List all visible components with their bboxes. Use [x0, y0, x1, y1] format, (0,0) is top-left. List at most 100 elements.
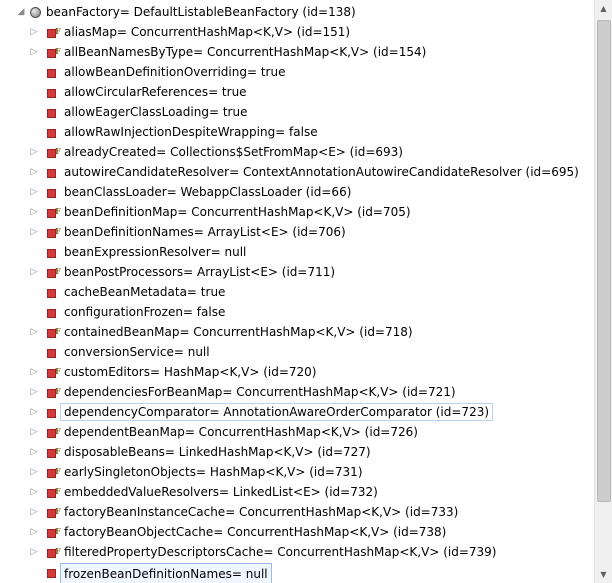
field-icon: F [47, 26, 61, 38]
tree-row-label: beanPostProcessors= ArrayList<E> (id=711… [64, 265, 336, 279]
field-icon [47, 89, 56, 98]
tree-row[interactable]: allowRawInjectionDespiteWrapping= false [0, 122, 594, 142]
tree-row[interactable]: ▷ FallBeanNamesByType= ConcurrentHashMap<… [0, 42, 594, 62]
field-icon: F [47, 366, 61, 378]
tree-row[interactable]: ▷ FfactoryBeanObjectCache= ConcurrentHash… [0, 522, 594, 542]
vertical-scrollbar[interactable]: ▲ ▼ [594, 0, 612, 583]
tree-row-label: beanClassLoader= WebappClassLoader (id=6… [64, 185, 352, 199]
field-icon [47, 69, 56, 78]
expand-arrow-icon[interactable]: ▷ [29, 442, 39, 462]
field-icon [47, 569, 56, 578]
tree-row-label: dependentBeanMap= ConcurrentHashMap<K,V>… [64, 425, 418, 439]
expand-arrow-icon[interactable]: ▷ [29, 162, 39, 182]
tree-row[interactable]: ▷ autowireCandidateResolver= ContextAnnot… [0, 162, 594, 182]
final-marker-icon: F [55, 466, 61, 476]
expand-arrow-icon[interactable]: ▷ [29, 482, 39, 502]
tree-row[interactable]: allowBeanDefinitionOverriding= true [0, 62, 594, 82]
field-icon: F [47, 466, 61, 478]
field-icon: F [47, 546, 61, 558]
tree-row[interactable]: ▷ FearlySingletonObjects= HashMap<K,V> (i… [0, 462, 594, 482]
field-icon: F [47, 206, 61, 218]
expand-arrow-icon[interactable]: ▷ [29, 322, 39, 342]
expand-arrow-icon[interactable]: ▷ [29, 42, 39, 62]
final-marker-icon: F [55, 386, 61, 396]
tree-row-label: autowireCandidateResolver= ContextAnnota… [64, 165, 579, 179]
tree-row[interactable]: cacheBeanMetadata= true [0, 282, 594, 302]
final-marker-icon: F [55, 546, 61, 556]
expand-arrow-icon[interactable]: ▷ [29, 382, 39, 402]
tree-row[interactable]: ▷ FfilteredPropertyDescriptorsCache= Conc… [0, 542, 594, 562]
final-marker-icon: F [55, 226, 61, 236]
expand-arrow-icon[interactable]: ▷ [29, 402, 39, 422]
tree-row[interactable]: ▷ FbeanPostProcessors= ArrayList<E> (id=7… [0, 262, 594, 282]
final-marker-icon: F [55, 266, 61, 276]
expand-arrow-icon[interactable]: ▷ [29, 182, 39, 202]
expand-arrow-icon[interactable]: ▷ [29, 262, 39, 282]
tree-row-label: allowEagerClassLoading= true [64, 105, 248, 119]
tree-row[interactable]: ▷ dependencyComparator= AnnotationAwareOr… [0, 402, 594, 422]
expand-arrow-icon[interactable]: ▷ [29, 142, 39, 162]
scroll-down-arrow-icon[interactable]: ▼ [595, 566, 612, 583]
expand-arrow-icon[interactable]: ▷ [29, 22, 39, 42]
field-icon [47, 289, 56, 298]
tree-row[interactable]: allowCircularReferences= true [0, 82, 594, 102]
scroll-thumb[interactable] [597, 20, 611, 502]
tree-row[interactable]: ▷ beanClassLoader= WebappClassLoader (id=… [0, 182, 594, 202]
field-icon: F [47, 386, 61, 398]
expand-arrow-icon[interactable]: ▷ [29, 542, 39, 562]
expand-arrow-icon[interactable]: ▷ [29, 502, 39, 522]
field-icon [47, 249, 56, 258]
tree-row[interactable]: ▷ FdependenciesForBeanMap= ConcurrentHash… [0, 382, 594, 402]
final-marker-icon: F [55, 426, 61, 436]
tree-root-row[interactable]: ◢ beanFactory= DefaultListableBeanFactor… [0, 2, 594, 22]
field-icon: F [47, 326, 61, 338]
field-icon: F [47, 46, 61, 58]
tree-row[interactable]: conversionService= null [0, 342, 594, 362]
tree-row-label: earlySingletonObjects= HashMap<K,V> (id=… [64, 465, 363, 479]
tree-row[interactable]: ▷ FembeddedValueResolvers= LinkedList<E> … [0, 482, 594, 502]
tree-row[interactable]: allowEagerClassLoading= true [0, 102, 594, 122]
final-marker-icon: F [55, 206, 61, 216]
final-marker-icon: F [55, 326, 61, 336]
scroll-up-arrow-icon[interactable]: ▲ [595, 0, 612, 17]
tree-row-label: customEditors= HashMap<K,V> (id=720) [64, 365, 317, 379]
field-icon: F [47, 526, 61, 538]
tree-row-label: allowRawInjectionDespiteWrapping= false [64, 125, 318, 139]
expand-arrow-icon[interactable]: ▷ [29, 202, 39, 222]
tree-row[interactable]: ▷ FfactoryBeanInstanceCache= ConcurrentHa… [0, 502, 594, 522]
tree-row-label: aliasMap= ConcurrentHashMap<K,V> (id=151… [64, 25, 351, 39]
final-marker-icon: F [55, 46, 61, 56]
tree-row[interactable]: ▷ FalreadyCreated= Collections$SetFromMap… [0, 142, 594, 162]
tree-row[interactable]: ▷ FdisposableBeans= LinkedHashMap<K,V> (i… [0, 442, 594, 462]
tree-row[interactable]: configurationFrozen= false [0, 302, 594, 322]
field-icon [47, 129, 56, 138]
expand-arrow-icon[interactable]: ▷ [29, 422, 39, 442]
tree-row-label: conversionService= null [64, 345, 210, 359]
tree-row[interactable]: ▷ FcontainedBeanMap= ConcurrentHashMap<K,… [0, 322, 594, 342]
tree-row-label: cacheBeanMetadata= true [64, 285, 226, 299]
expand-arrow-icon[interactable]: ▷ [29, 222, 39, 242]
field-icon: F [47, 506, 61, 518]
tree-row-label: factoryBeanObjectCache= ConcurrentHashMa… [64, 525, 447, 539]
expand-arrow-icon[interactable]: ▷ [29, 462, 39, 482]
collapse-arrow-icon[interactable]: ◢ [16, 2, 26, 22]
field-icon: F [47, 486, 61, 498]
tree-row-label: configurationFrozen= false [64, 305, 226, 319]
tree-row[interactable]: ▷ FdependentBeanMap= ConcurrentHashMap<K,… [0, 422, 594, 442]
tree-row[interactable]: ▷ FbeanDefinitionNames= ArrayList<E> (id=… [0, 222, 594, 242]
tree-root-label: beanFactory= DefaultListableBeanFactory … [46, 5, 356, 19]
field-icon [47, 349, 56, 358]
expand-arrow-icon[interactable]: ▷ [29, 522, 39, 542]
final-marker-icon: F [55, 506, 61, 516]
tree-row-label: alreadyCreated= Collections$SetFromMap<E… [64, 145, 403, 159]
tree-row[interactable]: beanExpressionResolver= null [0, 242, 594, 262]
tree-row[interactable]: ▷ FbeanDefinitionMap= ConcurrentHashMap<K… [0, 202, 594, 222]
tree-row[interactable]: ▷ FaliasMap= ConcurrentHashMap<K,V> (id=1… [0, 22, 594, 42]
tree-row[interactable]: frozenBeanDefinitionNames= null [0, 562, 594, 583]
field-icon [47, 409, 56, 418]
variables-tree[interactable]: ◢ beanFactory= DefaultListableBeanFactor… [0, 0, 594, 583]
expand-arrow-icon[interactable]: ▷ [29, 362, 39, 382]
field-icon: F [47, 426, 61, 438]
tree-row[interactable]: ▷ FcustomEditors= HashMap<K,V> (id=720) [0, 362, 594, 382]
field-icon: F [47, 266, 61, 278]
